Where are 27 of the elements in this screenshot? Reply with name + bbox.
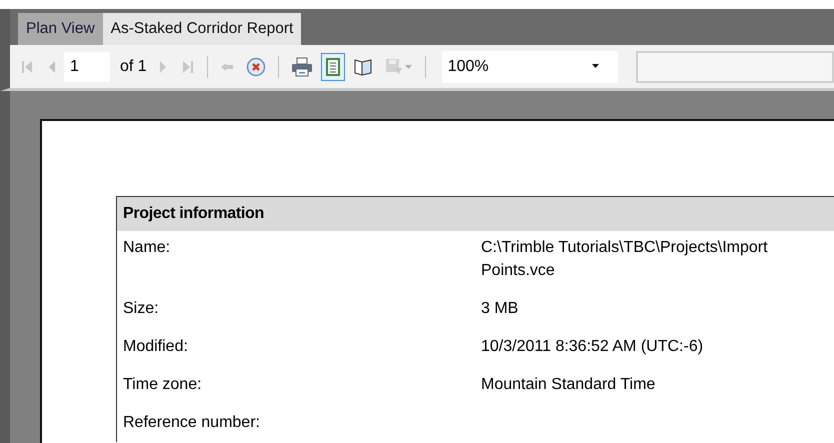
stop-icon [246, 56, 266, 76]
zoom-dropdown[interactable]: 100% [442, 50, 618, 82]
caret-icon [592, 64, 600, 69]
field-label: Modified: [123, 338, 189, 357]
tab[interactable]: Plan View [18, 13, 103, 45]
tab[interactable]: As-Staked Corridor Report [102, 13, 302, 45]
last-page-icon [180, 58, 195, 74]
book-icon [352, 58, 373, 76]
save-icon [384, 58, 403, 76]
page-icon [324, 56, 341, 76]
print-icon [290, 56, 313, 76]
section-title: Project information [117, 197, 834, 231]
field-value: Mountain Standard Time [481, 375, 656, 395]
page-count: of 1 [120, 58, 147, 76]
field-label: Size: [123, 300, 160, 319]
field-value: 10/3/2011 8:36:52 AM (UTC:-6) [481, 337, 704, 357]
field-value: C:\Trimble Tutorials\TBC\Projects\Import Points.vce [481, 238, 768, 281]
find-field[interactable] [636, 50, 834, 82]
page-number-field[interactable]: 1 [64, 52, 110, 82]
caret-icon [404, 64, 413, 70]
field-label: Reference number: [123, 414, 261, 432]
field-label: Name: [123, 239, 172, 258]
first-page-icon [20, 58, 34, 74]
layout-button[interactable] [320, 52, 345, 80]
field-value: 3 MB [481, 299, 518, 319]
field-label: Time zone: [123, 376, 203, 395]
back-arrow-icon [220, 60, 234, 72]
